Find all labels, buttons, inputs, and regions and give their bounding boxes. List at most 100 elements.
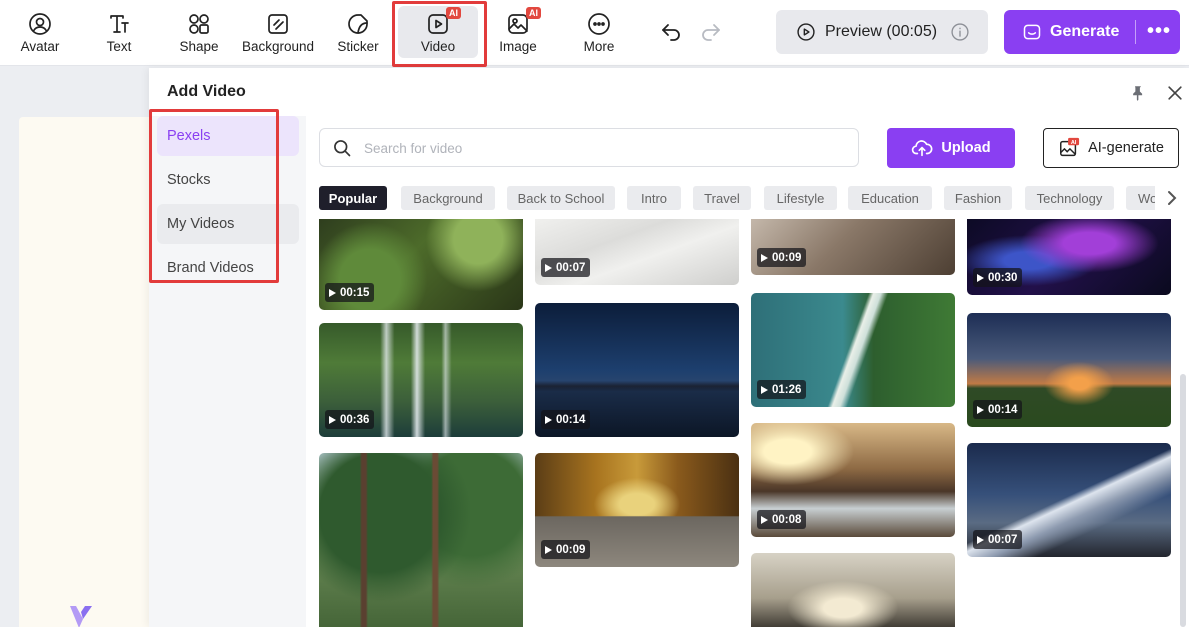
video-thumbnail[interactable] <box>751 553 955 627</box>
play-icon <box>545 415 552 424</box>
play-icon <box>761 253 768 262</box>
tool-label: More <box>583 39 615 54</box>
duration-badge: 00:07 <box>541 258 591 277</box>
preview-button[interactable]: Preview (00:05) <box>776 10 988 54</box>
duration-text: 00:09 <box>772 251 802 264</box>
generate-icon <box>1023 24 1041 40</box>
generate-more-icon[interactable]: ••• <box>1147 21 1171 41</box>
tool-text[interactable]: Text <box>79 0 159 66</box>
duration-text: 00:14 <box>556 413 586 426</box>
video-canvas[interactable] <box>19 117 159 627</box>
play-icon <box>545 545 552 554</box>
chip-popular[interactable]: Popular <box>319 186 387 210</box>
duration-text: 00:30 <box>988 271 1018 284</box>
pin-icon[interactable] <box>1129 84 1147 102</box>
play-icon <box>977 405 984 414</box>
duration-text: 00:36 <box>340 413 370 426</box>
play-icon <box>977 535 984 544</box>
ai-badge: AI <box>446 7 461 19</box>
redo-button[interactable] <box>699 20 723 44</box>
chip-wo[interactable]: Wo <box>1126 186 1155 210</box>
avatar-icon <box>29 13 51 35</box>
top-toolbar: Avatar Text Shape Background Sticker AI … <box>0 0 1189 66</box>
duration-badge: 00:07 <box>973 530 1023 549</box>
video-thumbnail[interactable]: 00:07 <box>967 443 1171 557</box>
tool-label: Sticker <box>337 39 379 54</box>
close-icon[interactable] <box>1165 83 1185 103</box>
play-icon <box>761 515 768 524</box>
video-thumbnail[interactable]: 00:09 <box>535 453 739 567</box>
chip-lifestyle[interactable]: Lifestyle <box>764 186 837 210</box>
chip-fashion[interactable]: Fashion <box>944 186 1012 210</box>
video-thumbnail[interactable]: 00:09 <box>751 219 955 275</box>
duration-text: 00:07 <box>556 261 586 274</box>
chip-travel[interactable]: Travel <box>693 186 751 210</box>
play-circle-icon <box>797 23 815 41</box>
chip-back-to-school[interactable]: Back to School <box>507 186 615 210</box>
video-thumbnail[interactable]: 00:14 <box>535 303 739 437</box>
search-box <box>319 128 859 167</box>
play-icon <box>761 385 768 394</box>
tool-label: Video <box>420 39 456 54</box>
tool-image[interactable]: AI Image <box>478 0 558 66</box>
cloud-upload-icon <box>912 140 933 157</box>
info-icon[interactable] <box>950 22 970 42</box>
tool-label: Shape <box>179 39 219 54</box>
tool-more[interactable]: More <box>559 0 639 66</box>
video-thumbnail[interactable]: 00:30 <box>967 219 1171 295</box>
panel-title: Add Video <box>167 83 246 100</box>
video-thumbnail[interactable]: 00:15 <box>319 219 523 310</box>
add-video-panel: Add Video Pexels Stocks My Videos Brand … <box>149 68 1189 627</box>
duration-badge: 00:15 <box>325 283 375 302</box>
sticker-icon <box>348 14 368 34</box>
chip-intro[interactable]: Intro <box>627 186 681 210</box>
sidebar-item-brand-videos[interactable]: Brand Videos <box>157 248 299 288</box>
brand-logo-icon <box>70 606 92 627</box>
upload-label: Upload <box>941 140 991 156</box>
generate-button[interactable]: Generate ••• <box>1004 10 1180 54</box>
upload-button[interactable]: Upload <box>887 128 1015 168</box>
duration-text: 00:15 <box>340 286 370 299</box>
video-thumbnail[interactable]: 00:14 <box>967 313 1171 427</box>
tool-shape[interactable]: Shape <box>159 0 239 66</box>
search-input[interactable] <box>364 137 844 159</box>
chip-background[interactable]: Background <box>401 186 495 210</box>
tool-label: Avatar <box>20 39 60 54</box>
duration-badge: 00:36 <box>325 410 375 429</box>
source-sidebar: Pexels Stocks My Videos Brand Videos <box>149 116 306 627</box>
background-icon <box>268 14 288 34</box>
video-thumbnail[interactable]: 00:07 <box>535 219 739 285</box>
tool-label: Image <box>499 39 537 54</box>
shape-icon <box>189 14 209 34</box>
duration-badge: 00:09 <box>541 540 591 559</box>
ai-image-icon: AI <box>1060 137 1080 157</box>
undo-button[interactable] <box>659 20 683 44</box>
chip-education[interactable]: Education <box>848 186 932 210</box>
tool-background[interactable]: Background <box>238 0 318 66</box>
sidebar-item-stocks[interactable]: Stocks <box>157 160 299 200</box>
video-thumbnail[interactable] <box>319 453 523 627</box>
video-thumbnail[interactable]: 00:08 <box>751 423 955 537</box>
chevron-right-icon[interactable] <box>1165 188 1179 208</box>
preview-label: Preview (00:05) <box>825 23 938 40</box>
chip-technology[interactable]: Technology <box>1025 186 1114 210</box>
video-grid: 00:15 00:36 00:07 00:14 00:09 00:09 01:2… <box>319 219 1189 627</box>
tool-avatar[interactable]: Avatar <box>0 0 80 66</box>
play-icon <box>329 288 336 297</box>
text-icon <box>110 15 129 33</box>
duration-text: 00:08 <box>772 513 802 526</box>
duration-badge: 00:30 <box>973 268 1023 287</box>
tool-label: Text <box>106 39 132 54</box>
video-thumbnail[interactable]: 00:36 <box>319 323 523 437</box>
sidebar-item-my-videos[interactable]: My Videos <box>157 204 299 244</box>
ai-generate-button[interactable]: AI AI-generate <box>1043 128 1179 168</box>
duration-text: 00:07 <box>988 533 1018 546</box>
tool-video[interactable]: AI Video <box>390 0 486 66</box>
generate-divider <box>1135 20 1136 44</box>
duration-text: 01:26 <box>772 383 802 396</box>
grid-scrollbar[interactable] <box>1180 374 1186 627</box>
play-icon <box>329 415 336 424</box>
tool-sticker[interactable]: Sticker <box>318 0 398 66</box>
video-thumbnail[interactable]: 01:26 <box>751 293 955 407</box>
sidebar-item-pexels[interactable]: Pexels <box>157 116 299 156</box>
